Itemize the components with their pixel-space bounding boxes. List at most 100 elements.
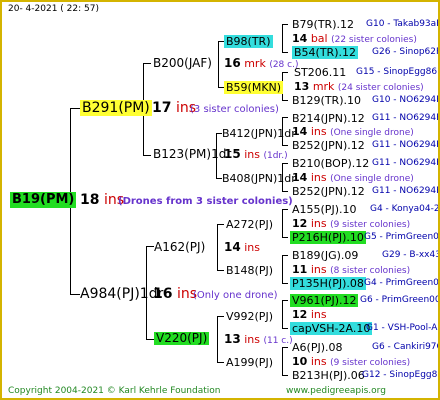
connector-line: [217, 316, 224, 317]
connector-line: [146, 246, 154, 247]
leaf-count: 10: [292, 355, 308, 368]
leaf-location: G29 - B-xx43: [382, 250, 440, 260]
connector-line: [217, 362, 224, 363]
leaf-row[interactable]: B129(TR).10: [292, 94, 361, 107]
leaf-row[interactable]: B252(JPN).12: [292, 185, 365, 198]
leaf-ins: ins: [310, 355, 327, 368]
gen2-v220-note: (11 c.): [263, 336, 293, 346]
gen2-v220-ins: ins: [244, 333, 260, 346]
leaf-row[interactable]: P135H(PJ).08: [290, 277, 366, 290]
leaf-row[interactable]: B189(JG).09: [292, 249, 358, 262]
connector-line: [217, 270, 224, 271]
gen2-node-b200[interactable]: B200(JAF): [153, 57, 212, 70]
gen3-node-b412[interactable]: B412(JPN)1dr: [222, 127, 296, 140]
connector-line: [282, 24, 288, 25]
leaf-count: 14: [292, 125, 308, 138]
leaf-note: (One single drone): [330, 174, 414, 184]
leaf-location: G26 - Sinop62R: [372, 47, 440, 57]
gen2-node-a162[interactable]: A162(PJ): [154, 241, 205, 254]
connector-line: [143, 155, 151, 156]
gen1-node-b291[interactable]: B291(PM): [80, 100, 152, 116]
leaf-ins: ins: [310, 217, 327, 230]
connector-line: [282, 255, 288, 256]
gen3-node-b98[interactable]: B98(TR): [224, 35, 273, 48]
leaf-ins: ins: [310, 125, 327, 138]
gen3-node-b408[interactable]: B408(JPN)1dr: [222, 172, 296, 185]
gen3-node-b148[interactable]: B148(PJ): [226, 264, 273, 277]
gen1-b291-count: 17: [152, 100, 172, 116]
gen2-a162-count: 14: [224, 240, 241, 254]
leaf-count: 12: [292, 217, 308, 230]
leaf-location: G4 - Konya04-2: [370, 204, 440, 214]
leaf-location: G11 - NO6294R: [372, 186, 440, 196]
gen2-b123-ins: ins: [244, 148, 260, 161]
leaf-location: G4 - PrimGreen00: [364, 278, 440, 288]
leaf-row[interactable]: capVSH-2A.10: [290, 322, 373, 335]
leaf-ins: ins: [310, 263, 327, 276]
leaf-location: G10 - Takab93aR: [366, 19, 440, 29]
header-date: 20- 4-2021 ( 22: 57): [8, 4, 99, 14]
gen3-node-b59[interactable]: B59(MKN): [224, 81, 284, 94]
gen2-node-b123[interactable]: B123(PM)1dr: [153, 148, 231, 161]
leaf-location: G11 - NO6294R: [372, 140, 440, 150]
connector-line: [282, 163, 288, 164]
leaf-note: (9 sister colonies): [330, 358, 411, 368]
leaf-row[interactable]: B54(TR).12: [292, 46, 358, 59]
leaf-row[interactable]: B210(BOP).12: [292, 157, 369, 170]
connector-line: [282, 72, 288, 73]
gen1-a984-count: 16: [153, 286, 173, 302]
pedigree-page: 20- 4-2021 ( 22: 57) Copyright 2004-2021…: [0, 0, 440, 400]
connector-line: [282, 300, 283, 329]
connector-line: [282, 255, 283, 284]
connector-line: [218, 41, 219, 88]
footer-copyright: Copyright 2004-2021 © Karl Kehrle Founda…: [8, 386, 221, 396]
gen3-node-v992[interactable]: V992(PJ): [226, 310, 273, 323]
connector-line: [143, 63, 151, 64]
root-ins-count: 18: [80, 192, 100, 208]
leaf-count: 11: [292, 263, 308, 276]
connector-line: [282, 283, 288, 284]
connector-line: [282, 347, 283, 376]
leaf-row[interactable]: B214(JPN).12: [292, 112, 365, 125]
gen1-node-a984[interactable]: A984(PJ)1dr: [80, 286, 163, 302]
gen2-b123-count: 15: [224, 147, 241, 161]
gen3-node-a199[interactable]: A199(PJ): [226, 356, 273, 369]
leaf-location: G11 - NO6294R: [372, 158, 440, 168]
connector-line: [217, 224, 218, 271]
gen3-node-a272[interactable]: A272(PJ): [226, 218, 273, 231]
gen1-a984-note: (Only one drone): [193, 290, 278, 301]
connector-line: [282, 145, 288, 146]
footer-url[interactable]: www.pedigreeapis.org: [286, 386, 386, 397]
gen2-node-v220[interactable]: V220(PJ): [154, 332, 210, 345]
leaf-count: 13: [294, 80, 310, 93]
b200-count: 16: [224, 56, 241, 70]
leaf-row[interactable]: B213H(PJ).06: [292, 369, 365, 382]
leaf-count: 12: [292, 308, 308, 321]
leaf-note: (8 sister colonies): [330, 266, 411, 276]
leaf-row[interactable]: A6(PJ).08: [292, 341, 342, 354]
leaf-row[interactable]: B252(JPN).12: [292, 139, 365, 152]
connector-line: [282, 52, 288, 53]
connector-line: [282, 100, 288, 101]
gen1-b291-note: (3 sister colonies): [190, 104, 279, 115]
b200-ins: mrk: [244, 57, 266, 70]
gen2-a162-ins: ins: [244, 241, 260, 254]
connector-line: [70, 108, 80, 109]
leaf-row[interactable]: B79(TR).12: [292, 18, 354, 31]
leaf-row[interactable]: V961(PJ).12: [290, 294, 359, 307]
connector-line: [282, 328, 288, 329]
leaf-location: G11 - NO6294R: [372, 113, 440, 123]
leaf-count: 14: [292, 32, 308, 45]
connector-line: [282, 209, 283, 238]
gen2-v220-count: 13: [224, 332, 241, 346]
connector-line: [70, 294, 80, 295]
leaf-location: G5 - PrimGreen00: [364, 232, 440, 242]
leaf-row[interactable]: A155(PJ).10: [292, 203, 356, 216]
leaf-location: G6 - PrimGreen00: [360, 295, 440, 305]
leaf-row[interactable]: P216H(PJ).10: [290, 231, 366, 244]
leaf-row[interactable]: ST206.11: [294, 66, 346, 79]
leaf-location: G12 - SinopEgg86R: [362, 370, 438, 380]
root-note: (Drones from 3 sister colonies): [118, 196, 293, 207]
root-node-label[interactable]: B19(PM): [10, 192, 77, 208]
connector-line: [217, 316, 218, 363]
